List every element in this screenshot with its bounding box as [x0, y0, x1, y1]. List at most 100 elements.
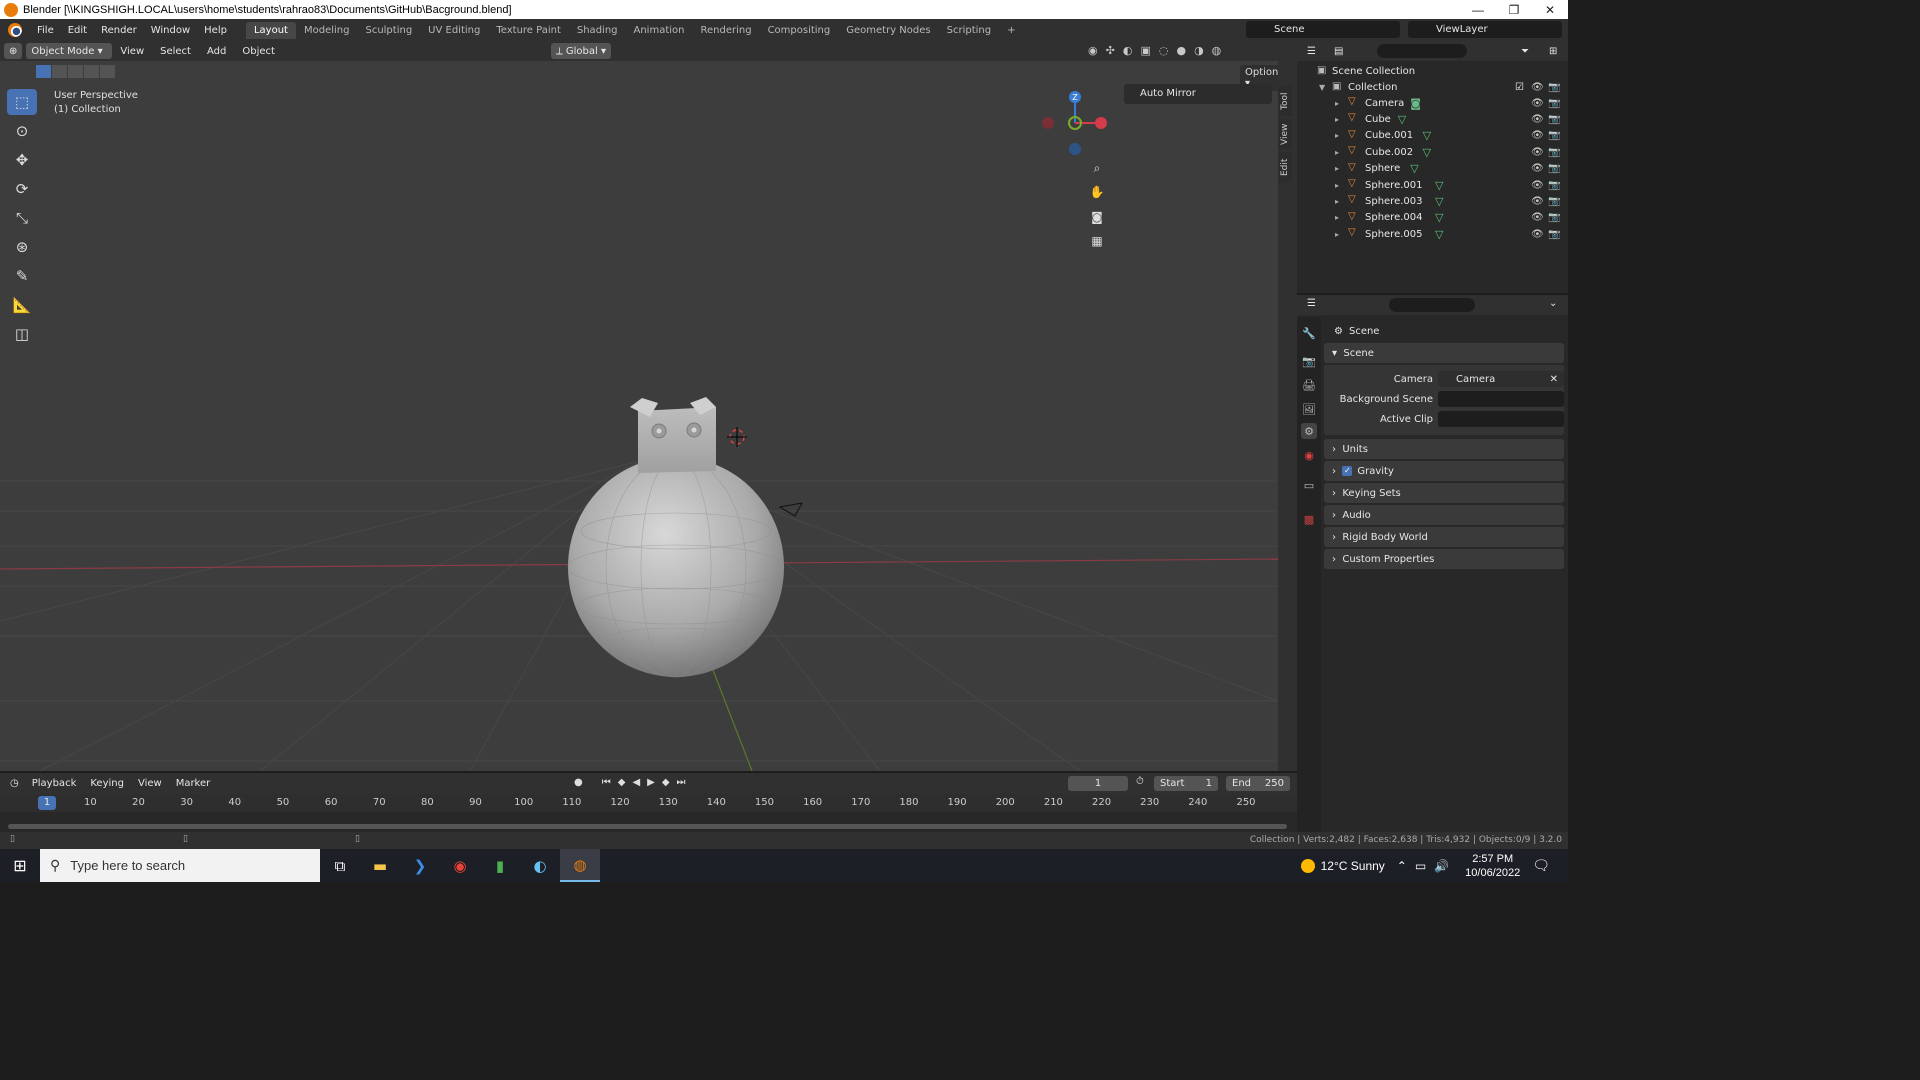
- units-panel-header[interactable]: › Units: [1324, 439, 1564, 459]
- rotate-tool-icon[interactable]: ⟳: [7, 176, 37, 202]
- 3d-viewport[interactable]: User Perspective (1) Collection Options …: [0, 61, 1278, 771]
- output-tab-icon[interactable]: 🖨: [1301, 377, 1317, 393]
- outliner-row-object[interactable]: ▸ ▽ Sphere.003 ▽ 👁 📷: [1297, 193, 1568, 209]
- ortho-grid-icon[interactable]: ▦: [1086, 230, 1108, 252]
- auto-keying-icon[interactable]: ●: [574, 777, 583, 788]
- blender-logo-icon[interactable]: [8, 23, 22, 37]
- taskbar-search-box[interactable]: ⚲ Type here to search: [40, 849, 320, 882]
- transform-orientation-dropdown[interactable]: ⟂ Global ▾: [551, 43, 611, 59]
- menu-window[interactable]: Window: [144, 25, 197, 36]
- tab-uv-editing[interactable]: UV Editing: [420, 22, 488, 39]
- object-mode-dropdown[interactable]: Object Mode ▾: [26, 43, 113, 59]
- mesh-data-icon[interactable]: ▽: [1435, 211, 1443, 224]
- green-app-icon[interactable]: ▮: [480, 849, 520, 882]
- camera-object[interactable]: [778, 502, 803, 517]
- tray-chevron-icon[interactable]: ⌃: [1397, 859, 1407, 873]
- outliner-row-object[interactable]: ▸ ▽ Cube.001 ▽ 👁 📷: [1297, 128, 1568, 144]
- cube-mesh[interactable]: [638, 407, 716, 473]
- menu-add[interactable]: Add: [199, 46, 234, 57]
- scene-tab-icon[interactable]: ⚙: [1301, 423, 1317, 439]
- camera-data-icon[interactable]: ◙: [1410, 97, 1421, 110]
- render-camera-icon[interactable]: 📷: [1548, 196, 1560, 207]
- render-camera-icon[interactable]: 📷: [1548, 180, 1560, 191]
- expand-arrow-icon[interactable]: ▸: [1335, 181, 1345, 190]
- menu-object[interactable]: Object: [234, 46, 283, 57]
- select-subtract-icon[interactable]: [68, 65, 83, 78]
- tab-tool[interactable]: Tool: [1278, 86, 1292, 116]
- chevron-down-icon[interactable]: ⌄: [1549, 298, 1557, 309]
- tab-shading[interactable]: Shading: [569, 22, 626, 39]
- close-button[interactable]: ✕: [1532, 3, 1568, 17]
- expand-arrow-icon[interactable]: ▼: [1319, 83, 1329, 92]
- weather-sun-icon[interactable]: [1300, 858, 1315, 873]
- background-scene-field[interactable]: [1438, 391, 1564, 407]
- menu-view[interactable]: View: [112, 46, 152, 57]
- next-keyframe-icon[interactable]: ◆: [662, 777, 670, 788]
- custom-properties-panel-header[interactable]: › Custom Properties: [1324, 549, 1564, 569]
- notifications-icon[interactable]: 🗨: [1532, 857, 1550, 874]
- blender-taskbar-icon[interactable]: ◍: [560, 849, 600, 882]
- tab-rendering[interactable]: Rendering: [692, 22, 759, 39]
- view-layer-tab-icon[interactable]: 🖼: [1301, 401, 1317, 417]
- timeline-editor-icon[interactable]: ◷: [10, 778, 19, 789]
- file-explorer-icon[interactable]: ▬: [360, 849, 400, 882]
- render-camera-icon[interactable]: 📷: [1548, 114, 1560, 125]
- visibility-eye-icon[interactable]: 👁: [1531, 196, 1544, 207]
- add-cube-tool-icon[interactable]: ◫: [7, 321, 37, 347]
- play-reverse-icon[interactable]: ◀: [632, 777, 640, 788]
- windows-start-icon[interactable]: ⊞: [0, 849, 40, 882]
- maximize-button[interactable]: ❐: [1496, 3, 1532, 17]
- menu-timeline-view[interactable]: View: [131, 778, 169, 789]
- pan-hand-icon[interactable]: ✋: [1086, 181, 1108, 203]
- frame-ruler[interactable]: 1 10 20 30 40 50 60 70 80 90 100 110 120 130 140 150 160…: [0, 794, 1297, 812]
- steam-icon[interactable]: ◐: [520, 849, 560, 882]
- menu-edit[interactable]: Edit: [61, 25, 94, 36]
- frame-start-field[interactable]: Start 1: [1154, 776, 1218, 791]
- tab-texture-paint[interactable]: Texture Paint: [488, 22, 569, 39]
- transform-tool-icon[interactable]: ⊛: [7, 234, 37, 260]
- menu-help[interactable]: Help: [197, 25, 234, 36]
- visibility-eye-icon[interactable]: 👁: [1531, 147, 1544, 158]
- expand-arrow-icon[interactable]: ▸: [1335, 131, 1345, 140]
- xray-icon[interactable]: ▣: [1140, 44, 1150, 57]
- select-invert-icon[interactable]: [84, 65, 99, 78]
- auto-mirror-panel[interactable]: Auto Mirror: [1124, 84, 1272, 104]
- exclude-checkbox-icon[interactable]: ☑: [1515, 82, 1524, 93]
- outliner-row-object[interactable]: ▸ ▽ Camera ◙ 👁 📷: [1297, 95, 1568, 111]
- visibility-icon[interactable]: ◉: [1088, 44, 1098, 57]
- material-shading-icon[interactable]: ◑: [1194, 44, 1204, 57]
- properties-editor-icon[interactable]: ☰: [1307, 298, 1316, 309]
- expand-arrow-icon[interactable]: ▸: [1335, 164, 1345, 173]
- sphere-mesh[interactable]: [568, 457, 784, 677]
- menu-playback[interactable]: Playback: [25, 778, 84, 789]
- render-camera-icon[interactable]: 📷: [1548, 130, 1560, 141]
- scale-tool-icon[interactable]: ⤡: [7, 205, 37, 231]
- menu-marker[interactable]: Marker: [169, 778, 218, 789]
- select-extend-icon[interactable]: [52, 65, 67, 78]
- volume-icon[interactable]: 🔊: [1434, 859, 1449, 873]
- expand-arrow-icon[interactable]: ▸: [1335, 213, 1345, 222]
- active-clip-field[interactable]: [1438, 411, 1564, 427]
- powershell-icon[interactable]: ❯: [400, 849, 440, 882]
- cursor-tool-icon[interactable]: ⊙: [7, 118, 37, 144]
- gizmo-icon[interactable]: ✣: [1106, 44, 1115, 57]
- minimize-button[interactable]: —: [1460, 3, 1496, 17]
- jump-start-icon[interactable]: ⏮: [602, 777, 611, 788]
- playhead-frame-indicator[interactable]: 1: [38, 796, 56, 810]
- timeline-editor[interactable]: 1 10 20 30 40 50 60 70 80 90 100 110 120 130 140 150 160…: [0, 794, 1297, 832]
- outliner-row-object[interactable]: ▸ ▽ Cube.002 ▽ 👁 📷: [1297, 144, 1568, 160]
- display-mode-icon[interactable]: ▤: [1334, 46, 1343, 57]
- wireframe-shading-icon[interactable]: ◌: [1159, 44, 1169, 57]
- visibility-eye-icon[interactable]: 👁: [1531, 98, 1544, 109]
- zoom-icon[interactable]: ⌕: [1086, 157, 1108, 179]
- world-tab-icon[interactable]: ◉: [1301, 447, 1317, 463]
- render-tab-icon[interactable]: 📷: [1301, 353, 1317, 369]
- editor-type-button[interactable]: ⊕: [4, 43, 23, 59]
- timeline-scrollbar[interactable]: [8, 824, 1287, 829]
- menu-keying[interactable]: Keying: [83, 778, 131, 789]
- menu-select[interactable]: Select: [152, 46, 199, 57]
- visibility-eye-icon[interactable]: 👁: [1531, 180, 1544, 191]
- expand-arrow-icon[interactable]: ▸: [1335, 197, 1345, 206]
- visibility-eye-icon[interactable]: 👁: [1531, 212, 1544, 223]
- network-icon[interactable]: ▭: [1415, 859, 1426, 873]
